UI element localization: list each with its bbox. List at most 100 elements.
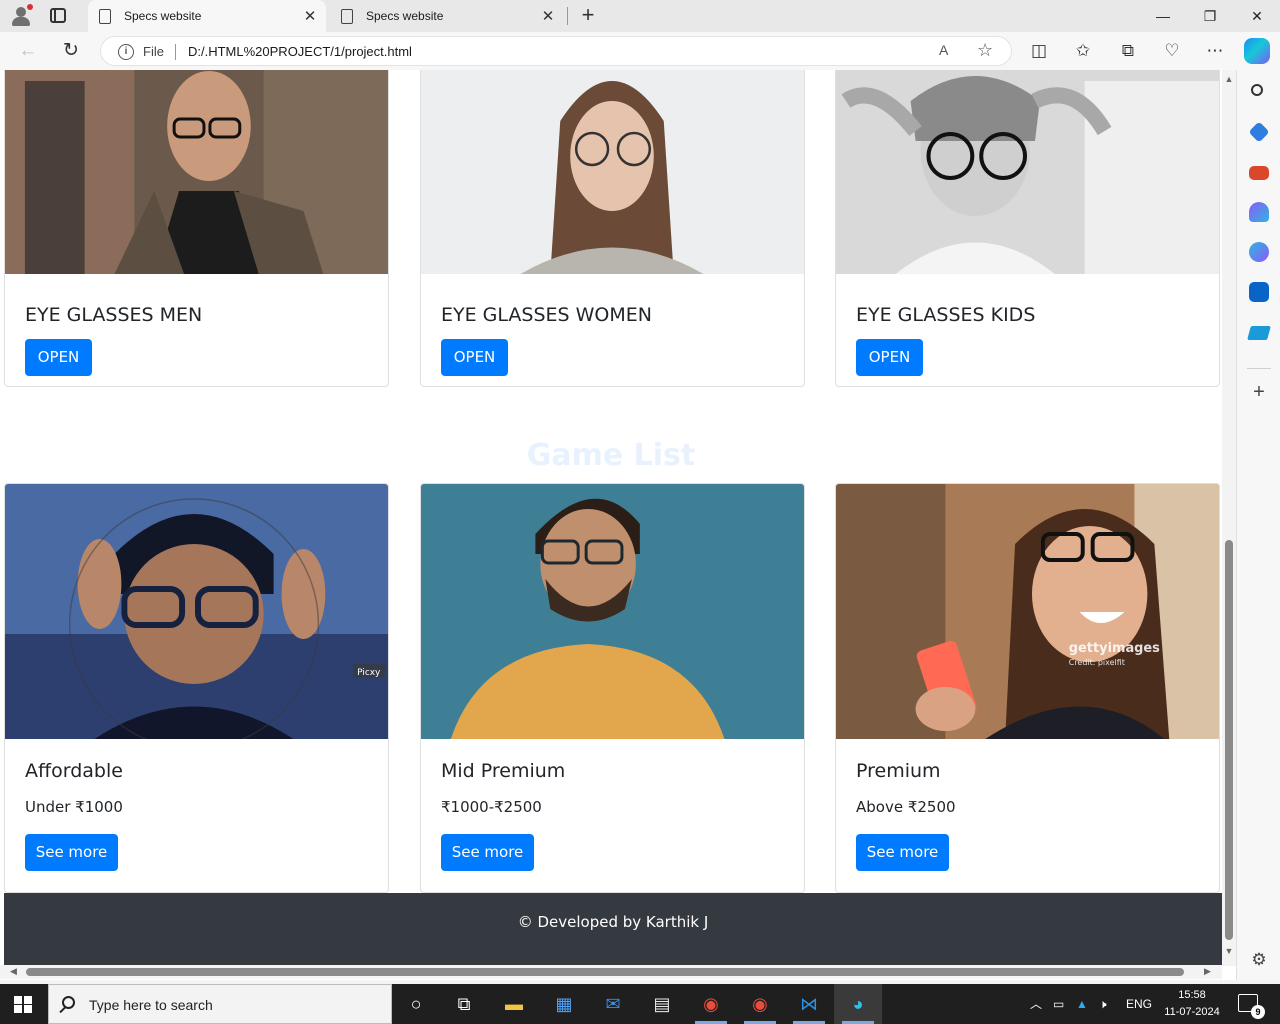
scroll-up-arrow-icon[interactable]: ▲ xyxy=(1224,74,1234,84)
cortana-icon[interactable]: ○ xyxy=(392,984,440,1024)
boy-with-glasses-photo: Picxy xyxy=(5,484,388,739)
add-sidebar-app-icon[interactable]: + xyxy=(1249,382,1269,402)
search-icon[interactable] xyxy=(1251,84,1263,96)
azure-drive-icon[interactable]: ▲ xyxy=(1076,984,1088,1024)
category-card-men: EYE GLASSES MEN OPEN xyxy=(4,70,389,387)
microsoft-365-icon[interactable] xyxy=(1249,242,1269,262)
minimize-button[interactable]: — xyxy=(1140,0,1186,32)
open-button[interactable]: OPEN xyxy=(441,339,508,376)
windows-taskbar: Type here to search ○ ⧉ ▬ ▦ ✉ ▤ ◉ ◉ ⋈ ◕ … xyxy=(0,984,1280,1024)
category-title: EYE GLASSES KIDS xyxy=(856,304,1036,326)
address-toolbar: ← ↻ i File D:/.HTML%20PROJECT/1/project.… xyxy=(0,32,1280,70)
shopping-tag-icon[interactable] xyxy=(1248,121,1270,143)
tab-title: Specs website xyxy=(366,9,444,23)
collections-icon[interactable]: ⧉ xyxy=(1113,36,1143,66)
tab-title: Specs website xyxy=(124,9,202,23)
back-arrow-icon[interactable]: ← xyxy=(13,36,43,66)
chrome-icon[interactable]: ◉ xyxy=(687,984,735,1024)
horizontal-scrollbar[interactable]: ◀ ▶ xyxy=(0,965,1222,979)
getty-credit: Credit: pixelfit xyxy=(1069,658,1125,667)
notification-count-badge: 9 xyxy=(1251,1005,1265,1019)
microsoft-store-icon[interactable]: ▦ xyxy=(540,984,588,1024)
scroll-left-arrow-icon[interactable]: ◀ xyxy=(10,966,17,977)
woman-with-glasses-photo xyxy=(421,70,804,274)
copilot-icon[interactable] xyxy=(1244,38,1270,64)
address-divider xyxy=(175,44,176,60)
new-tab-button[interactable]: + xyxy=(576,3,600,29)
tools-briefcase-icon[interactable] xyxy=(1249,166,1269,180)
page-content: EYE GLASSES MEN OPEN EYE GLASSES WOMEN O… xyxy=(0,70,1222,965)
notepad-icon[interactable]: ▤ xyxy=(638,984,686,1024)
volume-muted-icon[interactable]: 🕨 xyxy=(1099,984,1107,1024)
category-title: EYE GLASSES MEN xyxy=(25,304,203,326)
url-text[interactable]: D:/.HTML%20PROJECT/1/project.html xyxy=(188,44,412,59)
send-drop-icon[interactable] xyxy=(1247,326,1271,340)
games-icon[interactable] xyxy=(1249,202,1269,222)
tab-actions-icon[interactable] xyxy=(50,8,66,23)
card-title: Premium xyxy=(856,760,941,782)
tab-specs-website-active[interactable]: Specs website ✕ xyxy=(88,0,326,32)
refresh-icon[interactable]: ↻ xyxy=(56,36,86,66)
tab-separator xyxy=(567,7,568,25)
page-viewport: EYE GLASSES MEN OPEN EYE GLASSES WOMEN O… xyxy=(0,70,1236,980)
card-price-text: ₹1000-₹2500 xyxy=(441,798,542,816)
category-card-women: EYE GLASSES WOMEN OPEN xyxy=(420,70,805,387)
edge-icon[interactable]: ◕ xyxy=(834,984,882,1024)
sidebar-divider xyxy=(1247,368,1271,369)
price-card-affordable: Picxy Affordable Under ₹1000 See more xyxy=(4,483,389,893)
favorites-icon[interactable]: ✩ xyxy=(1068,36,1098,66)
card-title: Mid Premium xyxy=(441,760,566,782)
open-button[interactable]: OPEN xyxy=(25,339,92,376)
search-placeholder: Type here to search xyxy=(89,997,213,1013)
split-screen-icon[interactable]: ◫ xyxy=(1024,36,1054,66)
outlook-icon[interactable] xyxy=(1249,282,1269,302)
close-window-button[interactable]: ✕ xyxy=(1234,0,1280,32)
clock-time: 15:58 xyxy=(1178,989,1206,1001)
favorite-star-icon[interactable]: ☆ xyxy=(977,40,993,61)
section-title: Game List xyxy=(526,438,696,473)
restore-button[interactable]: ❐ xyxy=(1187,0,1233,32)
see-more-button[interactable]: See more xyxy=(25,834,118,871)
scroll-right-arrow-icon[interactable]: ▶ xyxy=(1204,966,1211,977)
address-bar[interactable]: i File D:/.HTML%20PROJECT/1/project.html… xyxy=(100,36,1012,66)
network-icon[interactable]: ▭ xyxy=(1053,984,1064,1024)
category-card-kids: EYE GLASSES KIDS OPEN xyxy=(835,70,1220,387)
vertical-scroll-thumb[interactable] xyxy=(1225,540,1233,940)
scheme-label: File xyxy=(143,44,164,59)
windows-start-icon[interactable] xyxy=(14,996,32,1013)
tab-bar: Specs website ✕ Specs website ✕ + — ❐ ✕ xyxy=(0,0,1280,32)
read-aloud-icon[interactable]: A xyxy=(939,42,948,58)
mail-icon[interactable]: ✉ xyxy=(589,984,637,1024)
profile-avatar-icon[interactable] xyxy=(8,4,34,28)
man-with-glasses-photo xyxy=(5,70,388,274)
show-hidden-icons-icon[interactable]: ︿ xyxy=(1030,984,1042,1024)
price-card-mid-premium: Mid Premium ₹1000-₹2500 See more xyxy=(420,483,805,893)
taskbar-search-box[interactable]: Type here to search xyxy=(48,984,392,1024)
tab-close-icon[interactable]: ✕ xyxy=(538,7,558,25)
open-button[interactable]: OPEN xyxy=(856,339,923,376)
document-icon xyxy=(99,8,111,24)
system-clock[interactable]: 15:58 11-07-2024 xyxy=(1160,987,1224,1021)
scroll-down-arrow-icon[interactable]: ▼ xyxy=(1224,946,1234,956)
vertical-scrollbar[interactable]: ▲ ▼ xyxy=(1222,70,1236,966)
vscode-icon[interactable]: ⋈ xyxy=(785,984,833,1024)
language-indicator[interactable]: ENG xyxy=(1126,984,1152,1024)
see-more-button[interactable]: See more xyxy=(856,834,949,871)
kid-with-glasses-photo xyxy=(836,70,1219,274)
bearded-man-photo xyxy=(421,484,804,739)
tab-specs-website[interactable]: Specs website ✕ xyxy=(330,0,564,32)
chrome-profile-icon[interactable]: ◉ xyxy=(736,984,784,1024)
file-explorer-icon[interactable]: ▬ xyxy=(490,984,538,1024)
task-view-icon[interactable]: ⧉ xyxy=(440,984,488,1024)
sidebar-settings-gear-icon[interactable]: ⚙ xyxy=(1249,950,1269,970)
browser-essentials-icon[interactable]: ♡ xyxy=(1157,36,1187,66)
tab-close-icon[interactable]: ✕ xyxy=(300,7,320,25)
site-info-icon[interactable]: i xyxy=(118,44,134,60)
category-title: EYE GLASSES WOMEN xyxy=(441,304,652,326)
more-menu-icon[interactable]: ⋯ xyxy=(1200,36,1230,66)
document-icon xyxy=(341,8,353,24)
notifications-icon[interactable]: 9 xyxy=(1238,994,1265,1019)
see-more-button[interactable]: See more xyxy=(441,834,534,871)
horizontal-scroll-thumb[interactable] xyxy=(26,968,1184,976)
page-footer: © Developed by Karthik J xyxy=(4,893,1222,965)
